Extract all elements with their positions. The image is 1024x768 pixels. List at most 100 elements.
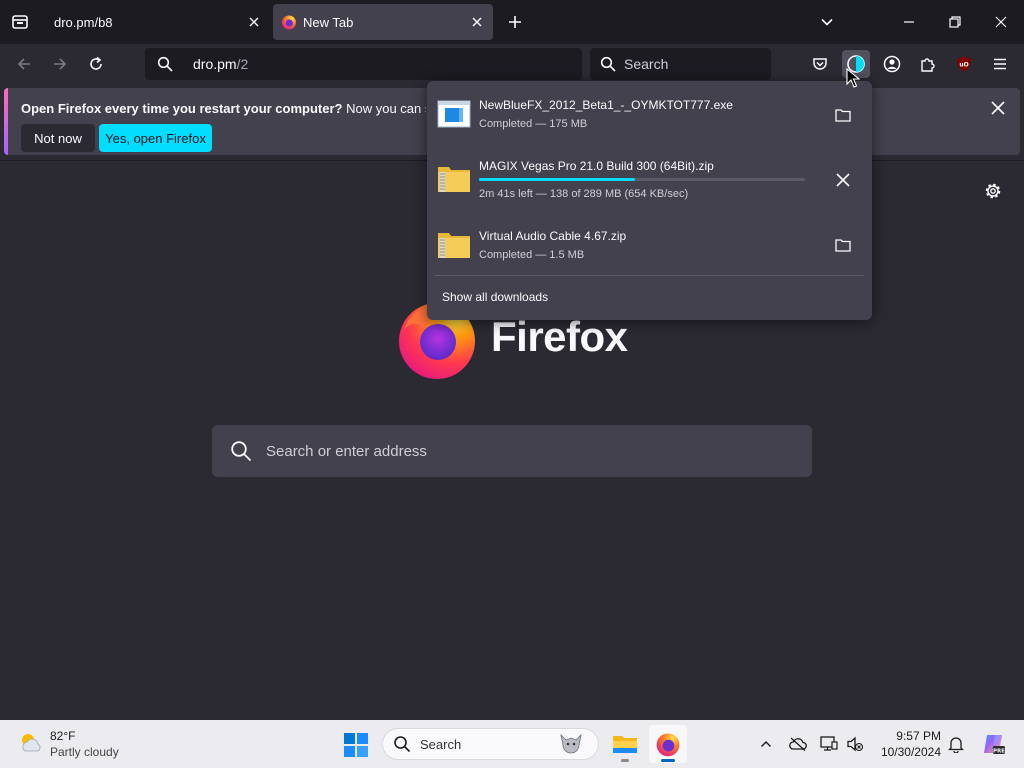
newtab-search-placeholder: Search or enter address xyxy=(266,442,427,460)
copilot-button[interactable]: PRE xyxy=(980,731,1006,757)
app-menu-button[interactable] xyxy=(986,50,1014,78)
tray-volume[interactable] xyxy=(845,734,865,754)
download-item[interactable]: Virtual Audio Cable 4.67.zip Completed —… xyxy=(427,215,872,273)
ublock-button[interactable]: uO xyxy=(950,50,978,78)
file-explorer-icon xyxy=(613,736,637,753)
download-filename: MAGIX Vegas Pro 21.0 Build 300 (64Bit).z… xyxy=(479,159,714,173)
taskbar-firefox[interactable] xyxy=(649,725,687,763)
windows-start-icon[interactable] xyxy=(343,732,369,758)
pocket-icon xyxy=(813,58,827,70)
hamburger-menu-icon xyxy=(994,58,1006,70)
download-status: 2m 41s left — 138 of 289 MB (654 KB/sec) xyxy=(479,188,689,200)
speaker-muted-icon xyxy=(847,736,864,752)
tray-onedrive[interactable] xyxy=(788,734,808,754)
chevron-down-icon xyxy=(821,18,833,26)
window-close-button[interactable] xyxy=(978,0,1024,44)
back-button[interactable] xyxy=(10,52,38,76)
chevron-up-icon xyxy=(761,741,771,747)
plus-icon xyxy=(509,16,521,28)
new-tab-button[interactable] xyxy=(503,10,527,34)
taskbar-search-box[interactable]: Search xyxy=(382,728,599,760)
url-text: dro.pm/2 xyxy=(193,56,248,72)
url-host: dro.pm xyxy=(193,56,237,72)
restore-button[interactable] xyxy=(932,0,978,44)
reload-icon xyxy=(90,56,102,70)
active-indicator xyxy=(661,759,675,762)
show-in-folder-button[interactable] xyxy=(833,235,853,255)
ublock-origin-icon: uO xyxy=(957,56,971,72)
search-icon xyxy=(600,56,616,72)
partly-cloudy-icon[interactable] xyxy=(18,730,44,756)
show-all-downloads-link[interactable]: Show all downloads xyxy=(442,290,548,304)
notification-message: Open Firefox every time you restart your… xyxy=(21,101,426,116)
arrow-left-icon xyxy=(17,58,30,70)
tab-title: New Tab xyxy=(303,14,354,30)
gear-icon xyxy=(985,183,1001,199)
notifications-button[interactable] xyxy=(946,734,966,754)
download-status: Completed — 1.5 MB xyxy=(479,249,585,261)
tab-close-button[interactable] xyxy=(469,14,485,30)
notification-close-button[interactable] xyxy=(990,100,1006,116)
open-firefox-button[interactable]: Yes, open Firefox xyxy=(99,124,212,152)
navigation-toolbar: dro.pm/2 Search uO xyxy=(0,44,1024,84)
close-icon xyxy=(249,17,259,27)
search-icon xyxy=(394,736,411,753)
not-now-button[interactable]: Not now xyxy=(21,124,95,152)
cancel-download-button[interactable] xyxy=(833,170,853,190)
taskbar-file-explorer[interactable] xyxy=(606,725,644,763)
search-placeholder: Search xyxy=(624,56,669,72)
show-hidden-icons-button[interactable] xyxy=(756,734,776,754)
account-icon xyxy=(883,55,901,73)
firefox-icon xyxy=(656,733,680,757)
tab-strip: dro.pm/b8 New Tab xyxy=(0,0,1024,44)
tab-title: dro.pm/b8 xyxy=(54,14,113,30)
taskbar-clock-date[interactable]: 10/30/2024 xyxy=(878,745,941,759)
search-icon xyxy=(231,441,252,462)
minimize-button[interactable] xyxy=(886,0,932,44)
newtab-search-box[interactable]: Search or enter address xyxy=(212,425,812,477)
show-in-folder-button[interactable] xyxy=(833,105,853,125)
download-progress-fill xyxy=(479,178,635,181)
tray-display[interactable] xyxy=(819,734,839,754)
search-highlight-icon xyxy=(560,733,582,754)
download-item[interactable]: MAGIX Vegas Pro 21.0 Build 300 (64Bit).z… xyxy=(427,147,872,215)
download-item[interactable]: NewBlueFX_2012_Beta1_-_OYMKTOT777.exe Co… xyxy=(427,81,872,147)
close-icon xyxy=(995,16,1007,28)
tab-dro-pm[interactable]: dro.pm/b8 xyxy=(42,4,270,40)
pocket-button[interactable] xyxy=(806,50,834,78)
firefox-view-button[interactable] xyxy=(8,10,32,34)
folder-icon xyxy=(835,109,851,122)
download-filename: Virtual Audio Cable 4.67.zip xyxy=(479,229,627,243)
zip-file-icon xyxy=(438,233,470,258)
tab-new-tab[interactable]: New Tab xyxy=(273,4,493,40)
url-path: /2 xyxy=(236,56,249,72)
taskbar-clock-time[interactable]: 9:57 PM xyxy=(878,729,941,743)
weather-description: Partly cloudy xyxy=(50,745,119,759)
close-icon xyxy=(472,17,482,27)
tab-close-button[interactable] xyxy=(246,14,262,30)
minimize-icon xyxy=(904,21,914,23)
firefox-wordmark: Firefox xyxy=(491,313,628,360)
search-bar[interactable]: Search xyxy=(590,48,771,80)
running-indicator xyxy=(621,759,629,762)
extensions-button[interactable] xyxy=(914,50,942,78)
notification-text: Now you can set Fire xyxy=(346,101,426,116)
zip-file-icon xyxy=(438,167,470,192)
weather-temperature: 82°F xyxy=(50,729,76,743)
cloud-offline-icon xyxy=(789,737,807,751)
account-button[interactable] xyxy=(878,50,906,78)
list-all-tabs-button[interactable] xyxy=(815,10,839,34)
download-status: Completed — 175 MB xyxy=(479,118,588,130)
forward-button[interactable] xyxy=(46,52,74,76)
downloads-panel: NewBlueFX_2012_Beta1_-_OYMKTOT777.exe Co… xyxy=(427,81,872,320)
reload-button[interactable] xyxy=(82,52,110,76)
newtab-settings-button[interactable] xyxy=(983,181,1003,201)
exe-file-icon xyxy=(437,100,471,128)
bell-icon xyxy=(948,737,964,753)
taskbar-search-placeholder: Search xyxy=(420,736,462,752)
svg-text:PRE: PRE xyxy=(993,748,1005,754)
copilot-icon: PRE xyxy=(984,735,1005,754)
downloads-separator xyxy=(435,275,864,276)
notification-accent-stripe xyxy=(4,88,8,155)
address-bar[interactable]: dro.pm/2 xyxy=(145,48,582,80)
